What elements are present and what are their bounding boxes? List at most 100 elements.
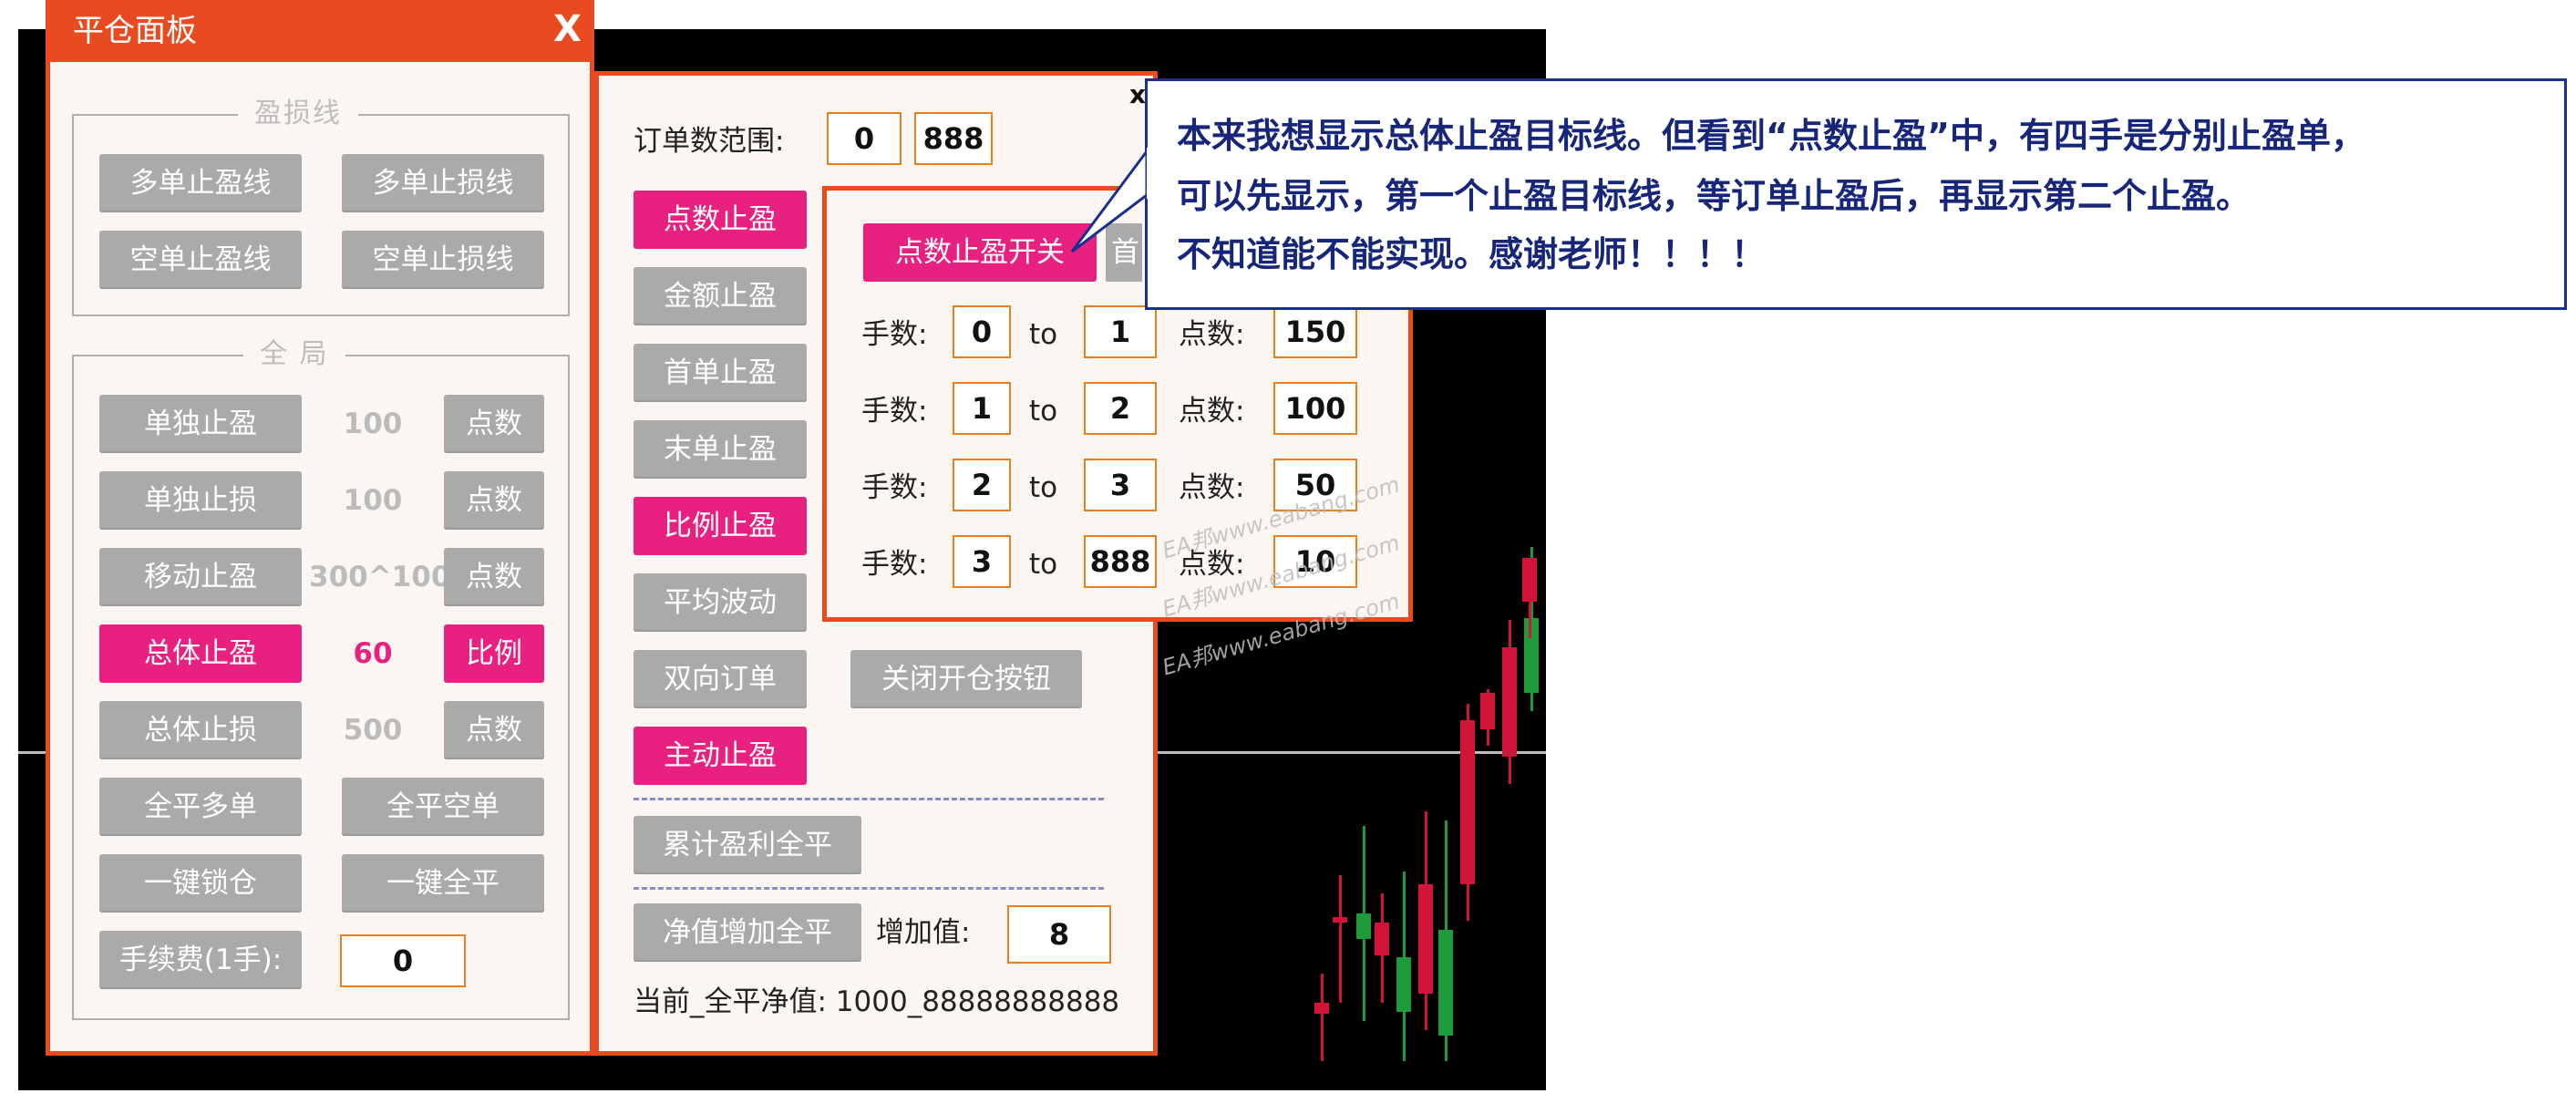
points-label: 点数:: [1179, 395, 1245, 428]
fee-input[interactable]: 0: [340, 934, 466, 987]
lots-to-input[interactable]: 1: [1084, 305, 1157, 358]
lots-label: 手数:: [861, 318, 928, 351]
amount-take-profit-button[interactable]: 金额止盈: [634, 267, 807, 325]
candle: [1502, 620, 1517, 784]
close-open-button[interactable]: 关闭开仓按钮: [850, 650, 1082, 708]
callout-line: 不知道能不能实现。感谢老师！！！！: [1177, 234, 1767, 274]
order-range-label: 订单数范围:: [634, 125, 785, 158]
panel-titlebar[interactable]: 平仓面板 X: [46, 0, 594, 62]
active-take-profit-button[interactable]: 主动止盈: [634, 727, 807, 785]
first-order-take-profit-button[interactable]: 首单止盈: [634, 344, 807, 402]
short-stop-loss-line-button[interactable]: 空单止损线: [342, 231, 544, 289]
divider: [634, 887, 1104, 890]
long-stop-loss-line-button[interactable]: 多单止损线: [342, 154, 544, 212]
close-icon[interactable]: X: [553, 11, 582, 47]
candle: [1418, 811, 1433, 1030]
close-all-button[interactable]: 一键全平: [342, 854, 544, 913]
candle: [1396, 872, 1411, 1061]
global-group: 全 局 单独止盈 100 点数 单独止损 100 点数 移动止盈 300^100 点数 总体止盈 6…: [72, 336, 570, 1020]
annotation-callout: 本来我想显示总体止盈目标线。但看到“点数止盈”中，有四手是分别止盈单， 可以先显…: [1145, 78, 2567, 310]
divider: [634, 798, 1104, 800]
to-label: to: [1029, 471, 1058, 504]
two-way-orders-button[interactable]: 双向订单: [634, 650, 807, 708]
total-stop-loss-button[interactable]: 总体止损: [99, 701, 302, 759]
total-take-profit-value: 60: [353, 637, 393, 670]
candle: [1438, 820, 1453, 1061]
single-stop-loss-button[interactable]: 单独止损: [99, 471, 302, 530]
trailing-take-profit-button[interactable]: 移动止盈: [99, 548, 302, 606]
candle: [1480, 689, 1495, 746]
callout-pointer-icon: [1070, 147, 1156, 253]
single-stop-loss-unit-button[interactable]: 点数: [444, 471, 544, 530]
long-take-profit-line-button[interactable]: 多单止盈线: [99, 154, 302, 212]
trailing-take-profit-unit-button[interactable]: 点数: [444, 548, 544, 606]
total-stop-loss-value: 500: [343, 714, 403, 747]
increase-value-label: 增加值:: [876, 916, 971, 949]
lots-from-input[interactable]: 1: [953, 382, 1011, 435]
candle: [1314, 974, 1329, 1061]
total-take-profit-button[interactable]: 总体止盈: [99, 624, 302, 683]
ratio-take-profit-button[interactable]: 比例止盈: [634, 497, 807, 555]
lots-from-input[interactable]: 0: [953, 305, 1011, 358]
short-take-profit-line-button[interactable]: 空单止盈线: [99, 231, 302, 289]
candle: [1333, 875, 1347, 1003]
candle-body: [1438, 930, 1453, 1036]
candle-body: [1502, 647, 1517, 757]
candle: [1356, 826, 1371, 1021]
average-volatility-button[interactable]: 平均波动: [634, 573, 807, 632]
lots-from-input[interactable]: 3: [953, 535, 1011, 588]
candle-wick: [1321, 974, 1324, 1061]
total-stop-loss-unit-button[interactable]: 点数: [444, 701, 544, 759]
lots-to-input[interactable]: 3: [1084, 459, 1157, 511]
lots-to-input[interactable]: 888: [1084, 535, 1157, 588]
points-label: 点数:: [1179, 318, 1245, 351]
callout-line: 可以先显示，第一个止盈目标线，等订单止盈后，再显示第二个止盈。: [1177, 176, 2251, 216]
candle: [1375, 893, 1389, 1003]
candle-body: [1333, 917, 1347, 923]
lots-to-input[interactable]: 2: [1084, 382, 1157, 435]
single-take-profit-value: 100: [343, 407, 403, 440]
candle: [1460, 704, 1475, 921]
points-input[interactable]: 150: [1273, 305, 1357, 358]
candle-body: [1375, 923, 1389, 955]
trailing-take-profit-value: 300^100: [309, 561, 451, 593]
to-label: to: [1029, 318, 1058, 351]
total-take-profit-unit-button[interactable]: 比例: [444, 624, 544, 683]
candle-wick: [1339, 875, 1342, 1003]
increase-value-input[interactable]: 8: [1007, 905, 1111, 964]
group-label: 全 局: [243, 336, 345, 373]
single-take-profit-button[interactable]: 单独止盈: [99, 395, 302, 453]
points-input[interactable]: 100: [1273, 382, 1357, 435]
single-stop-loss-value: 100: [343, 484, 403, 517]
lock-position-button[interactable]: 一键锁仓: [99, 854, 302, 913]
callout-line: 本来我想显示总体止盈目标线。但看到“点数止盈”中，有四手是分别止盈单，: [1177, 116, 2365, 156]
to-label: to: [1029, 548, 1058, 581]
cumulative-profit-close-all-button[interactable]: 累计盈利全平: [634, 816, 861, 874]
group-label: 盈损线: [238, 96, 358, 132]
panel-title: 平仓面板: [73, 13, 197, 49]
close-position-panel: 平仓面板 X 盈损线 多单止盈线 多单止损线 空单止盈线 空单止损线 全 局 单…: [46, 0, 594, 1056]
current-equity-readout: 当前_全平净值: 1000_88888888888: [634, 985, 1120, 1018]
last-order-take-profit-button[interactable]: 末单止盈: [634, 420, 807, 479]
order-range-from-input[interactable]: 0: [827, 112, 902, 165]
point-take-profit-switch-button[interactable]: 点数止盈开关: [863, 223, 1097, 282]
point-take-profit-button[interactable]: 点数止盈: [634, 191, 807, 249]
candle-body: [1418, 884, 1433, 994]
close-all-short-button[interactable]: 全平空单: [342, 778, 544, 836]
candle-body: [1396, 957, 1411, 1012]
lots-label: 手数:: [861, 395, 928, 428]
candle: [1522, 558, 1537, 638]
close-icon[interactable]: x: [1129, 79, 1146, 109]
profit-loss-line-group: 盈损线 多单止盈线 多单止损线 空单止盈线 空单止损线: [72, 96, 570, 316]
candle-body: [1314, 1003, 1329, 1014]
candle-body: [1522, 558, 1537, 602]
order-range-to-input[interactable]: 888: [914, 112, 993, 165]
candle-body: [1460, 720, 1475, 884]
candle-body: [1356, 913, 1371, 939]
equity-increase-close-all-button[interactable]: 净值增加全平: [634, 903, 861, 962]
lots-from-input[interactable]: 2: [953, 459, 1011, 511]
single-take-profit-unit-button[interactable]: 点数: [444, 395, 544, 453]
lots-label: 手数:: [861, 471, 928, 504]
close-all-long-button[interactable]: 全平多单: [99, 778, 302, 836]
candle-body: [1480, 693, 1495, 729]
